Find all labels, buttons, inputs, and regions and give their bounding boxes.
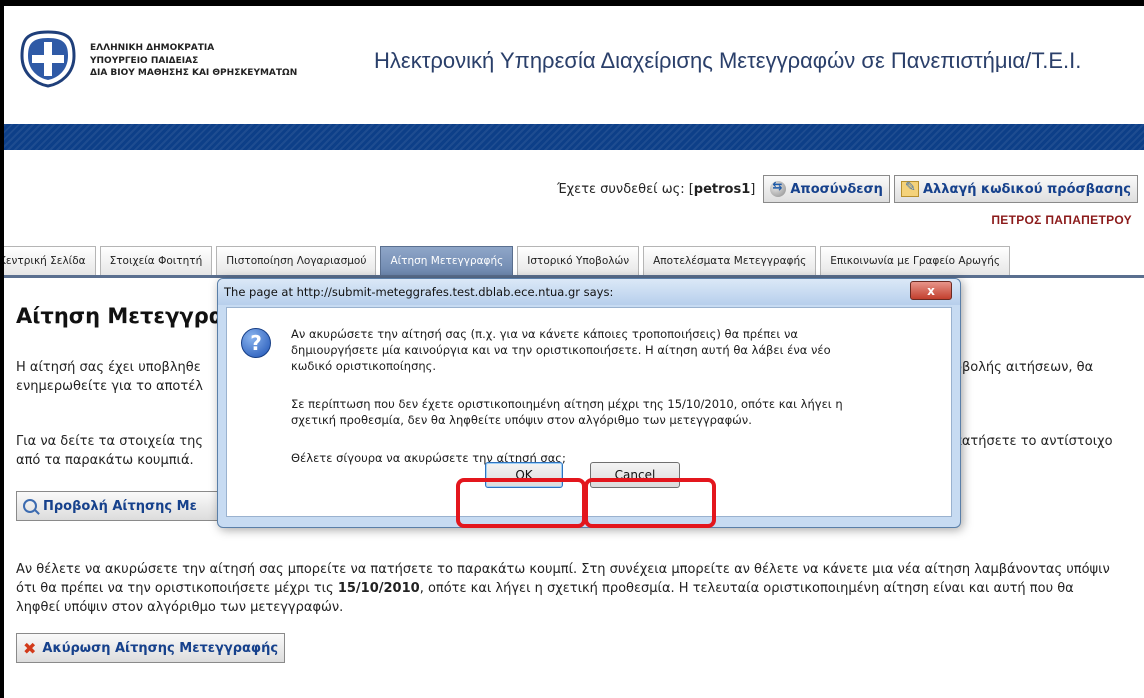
view-application-label: Προβολή Αίτησης Με [43, 498, 197, 514]
main-tabs: Κεντρική Σελίδα Στοιχεία Φοιτητή Πιστοπο… [4, 246, 1144, 278]
dialog-message-line-3: κωδικό οριστικοποίησης. [291, 359, 437, 373]
paragraph-1-line-1-left: Η αίτησή σας έχει υποβληθε [16, 360, 201, 375]
logout-label: Αποσύνδεση [790, 181, 883, 197]
dialog-message-line-1: Αν ακυρώσετε την αίτησή σας (π.χ. για να… [291, 327, 798, 341]
paragraph-2-line-2-left: από τα παρακάτω κουμπιά. [16, 453, 194, 468]
deadline-date: 15/10/2010 [337, 581, 420, 596]
tab-account-verification[interactable]: Πιστοποίηση Λογαριασμού [216, 246, 377, 275]
ministry-line-1: ΕΛΛΗΝΙΚΗ ΔΗΜΟΚΡΑΤΙΑ [90, 43, 215, 53]
paragraph-3-line-2-b: , οπότε και λήγει η σχετική προθεσμία. Η… [419, 581, 1074, 596]
dialog-message-line-5: σχετική προθεσμία, δεν θα ληφθείτε υπόψι… [291, 413, 752, 427]
ministry-line-2: ΥΠΟΥΡΓΕΙΟ ΠΑΙΔΕΙΑΣ [90, 55, 199, 66]
paragraph-1-line-2-left: ενημερωθείτε για το αποτέλ [16, 379, 203, 394]
logged-in-status: Έχετε συνδεθεί ως: [petros1] [557, 182, 755, 197]
ministry-line-3: ΔΙΑ ΒΙΟΥ ΜΑΘΗΣΗΣ ΚΑΙ ΘΡΗΣΚΕΥΜΑΤΩΝ [90, 68, 298, 78]
cancel-x-icon: ✖ [23, 638, 37, 658]
cancel-button-highlight [584, 478, 716, 528]
dialog-message-line-4: Σε περίπτωση που δεν έχετε οριστικοποιημ… [291, 397, 843, 411]
cancel-application-label: Ακύρωση Αίτησης Μετεγγραφής [42, 640, 279, 656]
search-icon [23, 499, 37, 513]
cancel-application-button[interactable]: ✖ Ακύρωση Αίτησης Μετεγγραφής [16, 633, 286, 663]
change-password-label: Αλλαγή κωδικού πρόσβασης [922, 181, 1131, 197]
view-application-button[interactable]: Προβολή Αίτησης Με [16, 491, 220, 521]
paragraph-3-line-2: ότι θα πρέπει να την οριστικοποιήσετε μέ… [16, 579, 1074, 598]
page-title: Αίτηση Μετεγγρα [16, 304, 224, 328]
logout-icon [770, 179, 787, 197]
tab-transfer-application[interactable]: Αίτηση Μετεγγραφής [380, 246, 514, 275]
ok-button-highlight [456, 478, 586, 528]
ministry-name: ΕΛΛΗΝΙΚΗ ΔΗΜΟΚΡΑΤΙΑ ΥΠΟΥΡΓΕΙΟ ΠΑΙΔΕΙΑΣ Δ… [90, 42, 297, 80]
paragraph-3-line-1: Αν θέλετε να ακυρώσετε την αίτησή σας μπ… [16, 562, 1110, 577]
edit-password-icon [900, 180, 919, 197]
tab-home[interactable]: Κεντρική Σελίδα [4, 246, 96, 275]
dialog-message-line-2: δημιουργήσετε μία καινούργια και να την … [291, 343, 831, 357]
tab-help-desk-contact[interactable]: Επικοινωνία με Γραφείο Αρωγής [820, 246, 1011, 275]
paragraph-3-line-2-a: ότι θα πρέπει να την οριστικοποιήσετε μέ… [16, 581, 338, 596]
paragraph-2-line-1-left: Για να δείτε τα στοιχεία της [16, 434, 203, 449]
header-bar [4, 124, 1144, 150]
paragraph-1-line-1-right: οβολής αιτήσεων, θα [954, 360, 1094, 375]
site-title: Ηλεκτρονική Υπηρεσία Διαχείρισης Μετεγγρ… [374, 48, 1082, 73]
tab-transfer-results[interactable]: Αποτελέσματα Μετεγγραφής [643, 246, 817, 275]
logged-in-prefix: Έχετε συνδεθεί ως: [ [556, 181, 694, 197]
greek-emblem-icon [20, 30, 76, 88]
paragraph-3-line-3: ληφθεί υπόψιν στον αλγόριθμο των μετεγγρ… [16, 600, 344, 615]
user-bar: Έχετε συνδεθεί ως: [petros1] Αποσύνδεση … [557, 174, 1138, 204]
username: petros1 [693, 181, 751, 197]
browser-page: ΕΛΛΗΝΙΚΗ ΔΗΜΟΚΡΑΤΙΑ ΥΠΟΥΡΓΕΙΟ ΠΑΙΔΕΙΑΣ Δ… [4, 6, 1144, 698]
dialog-title: The page at http://submit-meteggrafes.te… [224, 285, 614, 299]
user-full-name: ΠΕΤΡΟΣ ΠΑΠΑΠΕΤΡΟΥ [991, 213, 1132, 227]
logged-in-suffix: ] [750, 181, 756, 197]
question-icon: ? [241, 328, 271, 358]
paragraph-2-line-1-right: πατήσετε το αντίστοιχο [954, 434, 1113, 449]
dialog-close-button[interactable]: x [910, 281, 952, 300]
tab-student-info[interactable]: Στοιχεία Φοιτητή [99, 246, 213, 275]
logout-button[interactable]: Αποσύνδεση [763, 175, 890, 203]
tab-submission-history[interactable]: Ιστορικό Υποβολών [517, 246, 640, 275]
change-password-button[interactable]: Αλλαγή κωδικού πρόσβασης [893, 175, 1138, 203]
